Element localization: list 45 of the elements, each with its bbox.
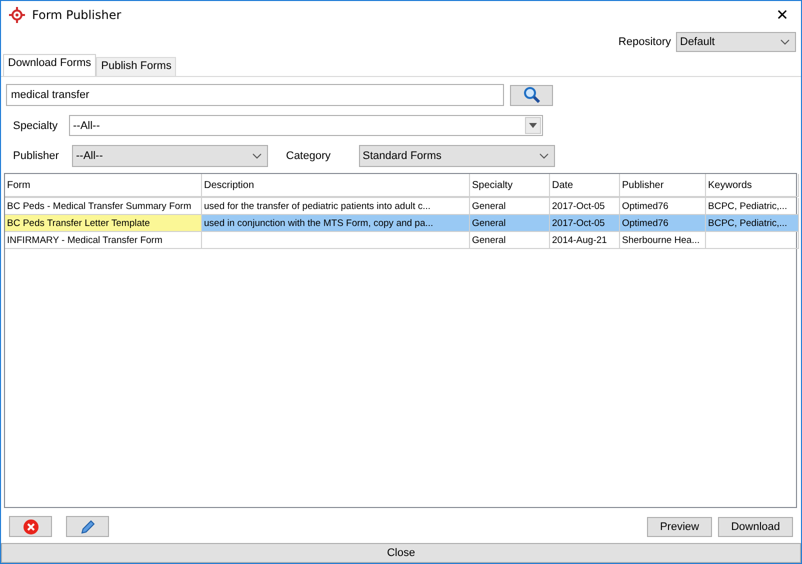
table-cell: BCPC, Pediatric,... bbox=[706, 215, 799, 232]
table-row[interactable]: BC Peds Transfer Letter Template used in conjunction with the MTS Form, copy and pa... General 2017-Oct-05 Optimed76 BCPC, Pediatric,... bbox=[5, 215, 796, 232]
column-header[interactable]: Date bbox=[550, 174, 620, 197]
table-cell: 2017-Oct-05 bbox=[550, 215, 620, 232]
column-header[interactable]: Description bbox=[202, 174, 470, 197]
column-header[interactable]: Publisher bbox=[620, 174, 706, 197]
close-icon[interactable]: ✕ bbox=[776, 6, 793, 24]
table-cell: General bbox=[470, 215, 550, 232]
table-cell: Sherbourne Hea... bbox=[620, 232, 706, 249]
specialty-dropdown[interactable]: --All-- bbox=[69, 115, 543, 136]
table-cell: Optimed76 bbox=[620, 215, 706, 232]
app-logo-icon bbox=[9, 7, 25, 24]
action-button[interactable]: Download bbox=[718, 516, 793, 536]
triangle-down-icon bbox=[529, 123, 537, 128]
repository-dropdown[interactable]: Default bbox=[676, 32, 796, 52]
table-cell: INFIRMARY - Medical Transfer Form bbox=[5, 232, 202, 249]
table-row[interactable]: INFIRMARY - Medical Transfer Form General 2014-Aug-21 Sherbourne Hea... bbox=[5, 232, 796, 249]
tab[interactable]: Publish Forms bbox=[96, 57, 176, 76]
specialty-label: Specialty bbox=[12, 120, 59, 132]
search-icon bbox=[522, 86, 540, 104]
column-header[interactable]: Keywords bbox=[706, 174, 799, 197]
table-cell: used in conjunction with the MTS Form, copy and pa... bbox=[202, 215, 470, 232]
publisher-dropdown[interactable]: --All-- bbox=[72, 145, 268, 167]
column-header[interactable]: Form bbox=[5, 174, 202, 197]
category-label: Category bbox=[285, 150, 331, 162]
chevron-down-icon bbox=[538, 153, 549, 159]
delete-button[interactable] bbox=[9, 516, 52, 537]
edit-button[interactable] bbox=[66, 516, 109, 537]
chevron-down-icon bbox=[780, 39, 790, 46]
repository-label: Repository bbox=[618, 36, 671, 48]
category-dropdown[interactable]: Standard Forms bbox=[358, 145, 555, 167]
column-header[interactable]: Specialty bbox=[470, 174, 550, 197]
window-title: Form Publisher bbox=[32, 8, 122, 22]
search-field[interactable]: medical transfer bbox=[6, 84, 504, 106]
error-icon bbox=[22, 518, 38, 534]
table-cell: General bbox=[470, 232, 550, 249]
tab[interactable]: Download Forms bbox=[3, 54, 96, 76]
table-cell: 2014-Aug-21 bbox=[550, 232, 620, 249]
pencil-icon bbox=[80, 518, 96, 534]
chevron-down-icon bbox=[252, 153, 262, 159]
search-button[interactable] bbox=[510, 84, 553, 106]
publisher-label: Publisher bbox=[12, 150, 60, 162]
close-button[interactable]: Close bbox=[1, 543, 801, 563]
table-cell: BC Peds Transfer Letter Template bbox=[5, 215, 202, 232]
action-button[interactable]: Preview bbox=[646, 516, 712, 536]
